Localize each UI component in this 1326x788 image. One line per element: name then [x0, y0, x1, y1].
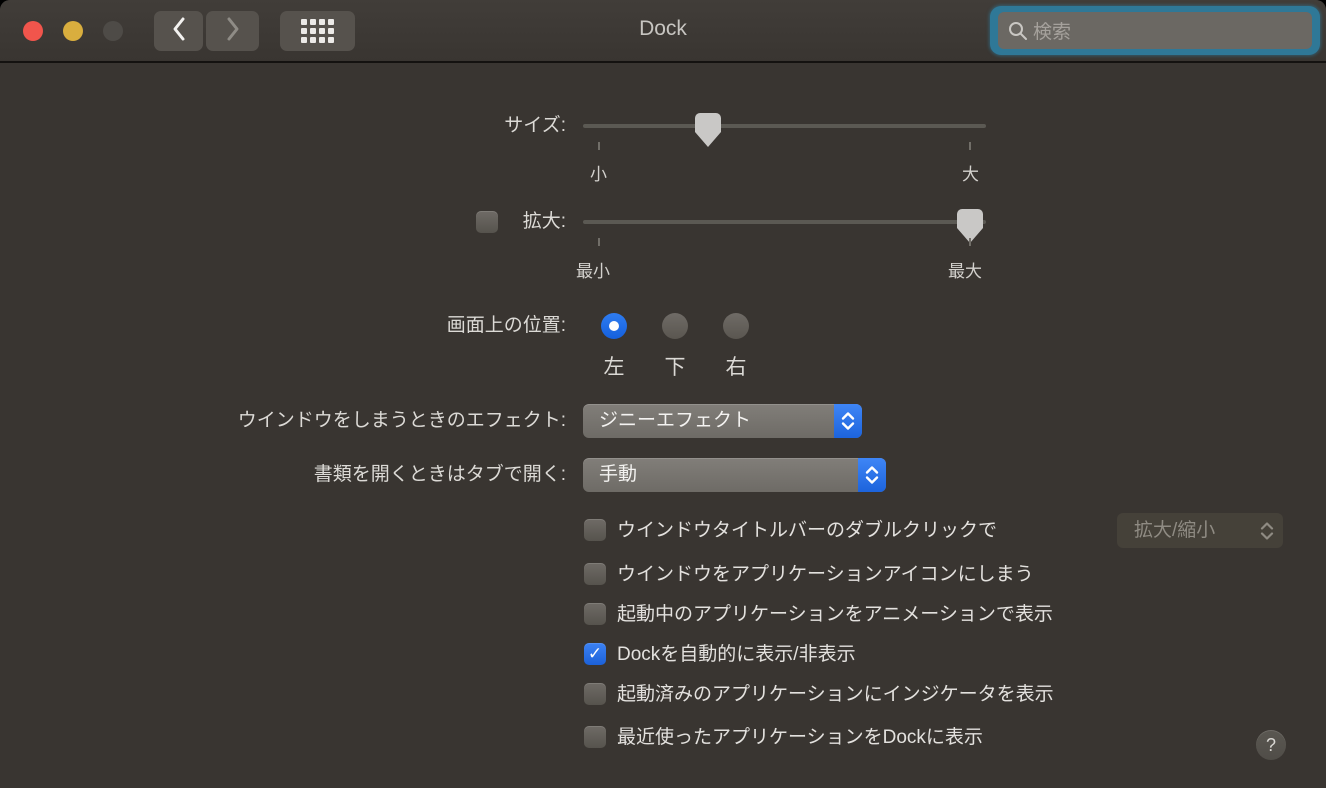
dock-preferences-window: Dock 検索 サイズ: 小 大 ✓ 拡大: 最小 最大 — [0, 0, 1326, 788]
search-input[interactable]: 検索 — [998, 12, 1312, 49]
show-recent-apps-label: 最近使ったアプリケーションをDockに表示 — [617, 727, 983, 748]
forward-button — [206, 11, 259, 51]
minimize-window-button[interactable] — [63, 21, 83, 41]
show-indicators-label: 起動済みのアプリケーションにインジケータを表示 — [617, 684, 1054, 705]
search-focus-ring: 検索 — [990, 6, 1320, 55]
search-placeholder: 検索 — [1033, 22, 1072, 43]
prefer-tabs-value: 手動 — [599, 464, 638, 485]
titlebar-doubleclick-action-dropdown: 拡大/縮小 — [1117, 513, 1283, 548]
search-icon — [1009, 21, 1027, 40]
size-max-label: 大 — [962, 165, 979, 184]
chevron-up-down-icon — [1259, 513, 1275, 548]
minimize-to-app-icon-label: ウインドウをアプリケーションアイコンにしまう — [617, 564, 1034, 585]
position-radio-left[interactable] — [601, 313, 627, 339]
minimize-effect-dropdown[interactable]: ジニーエフェクト — [583, 404, 862, 438]
zoom-window-button-disabled — [103, 21, 123, 41]
chevron-left-icon — [171, 16, 187, 47]
titlebar-doubleclick-action-value: 拡大/縮小 — [1134, 520, 1216, 541]
chevron-up-down-icon — [834, 404, 862, 438]
magnification-max-label: 最大 — [948, 262, 982, 281]
checkmark-icon: ✓ — [587, 644, 603, 663]
titlebar-doubleclick-checkbox[interactable]: ✓ — [584, 519, 606, 541]
titlebar-doubleclick-label: ウインドウタイトルバーのダブルクリックで — [617, 520, 998, 541]
position-label: 画面上の位置: — [446, 315, 566, 336]
prefer-tabs-dropdown[interactable]: 手動 — [583, 458, 886, 492]
position-radio-right[interactable] — [723, 313, 749, 339]
position-left-label: 左 — [603, 356, 625, 379]
minimize-effect-label: ウインドウをしまうときのエフェクト: — [237, 410, 566, 431]
magnification-checkbox[interactable]: ✓ — [476, 211, 498, 233]
animate-opening-label: 起動中のアプリケーションをアニメーションで表示 — [617, 604, 1053, 625]
size-max-tick — [969, 142, 971, 150]
size-slider[interactable] — [583, 113, 986, 150]
prefer-tabs-label: 書類を開くときはタブで開く: — [313, 464, 566, 485]
autohide-dock-checkbox[interactable]: ✓ — [584, 643, 606, 665]
animate-opening-checkbox[interactable]: ✓ — [584, 603, 606, 625]
size-min-label: 小 — [590, 165, 607, 184]
chevron-up-down-icon — [858, 458, 886, 492]
show-recent-apps-checkbox[interactable]: ✓ — [584, 726, 606, 748]
autohide-dock-label: Dockを自動的に表示/非表示 — [617, 644, 856, 665]
help-button[interactable]: ? — [1256, 730, 1286, 760]
show-indicators-checkbox[interactable]: ✓ — [584, 683, 606, 705]
magnification-min-tick — [598, 238, 600, 246]
position-radio-bottom[interactable] — [662, 313, 688, 339]
grid-icon — [301, 19, 334, 43]
chevron-right-icon — [225, 16, 241, 47]
size-min-tick — [598, 142, 600, 150]
magnification-max-tick — [969, 238, 971, 246]
show-all-preferences-button[interactable] — [280, 11, 355, 51]
close-window-button[interactable] — [23, 21, 43, 41]
radio-dot-icon — [609, 321, 619, 331]
toolbar: Dock 検索 — [0, 0, 1326, 63]
size-slider-thumb[interactable] — [694, 112, 722, 148]
back-button[interactable] — [154, 11, 203, 51]
minimize-effect-value: ジニーエフェクト — [599, 410, 752, 431]
size-label: サイズ: — [504, 115, 566, 136]
magnification-label: 拡大: — [522, 211, 566, 232]
position-bottom-label: 下 — [664, 356, 686, 379]
magnification-slider[interactable] — [583, 209, 986, 246]
minimize-to-app-icon-checkbox[interactable]: ✓ — [584, 563, 606, 585]
position-right-label: 右 — [725, 356, 747, 379]
magnification-min-label: 最小 — [576, 262, 610, 281]
